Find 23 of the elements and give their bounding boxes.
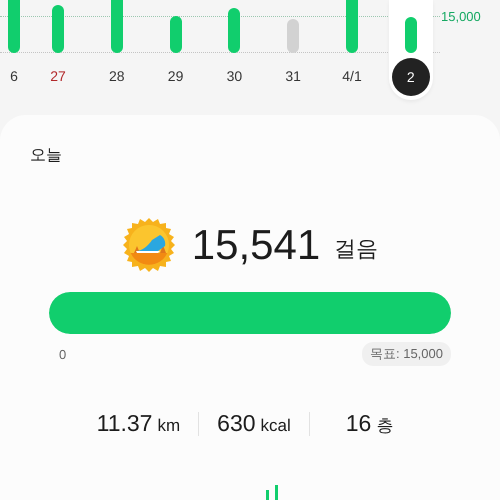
day-label[interactable]: 30	[226, 68, 242, 84]
day-label[interactable]: 31	[285, 68, 301, 84]
day-label[interactable]: 27	[50, 68, 66, 84]
stat-value: 11.37	[96, 410, 152, 437]
selected-day[interactable]: 2	[392, 58, 430, 96]
stat-value: 630	[217, 410, 256, 437]
stat-unit: km	[157, 416, 180, 436]
shoe-badge-icon	[122, 218, 176, 272]
selected-day-highlight[interactable]: 2	[388, 0, 433, 100]
stat-value: 16	[346, 410, 372, 437]
step-count: 15,541	[192, 221, 320, 269]
day-label[interactable]: 6	[10, 68, 18, 84]
day-label[interactable]: 29	[168, 68, 184, 84]
stat-unit: kcal	[260, 416, 291, 436]
min-label: 0	[59, 346, 66, 362]
section-title: 오늘	[30, 146, 63, 166]
step-unit: 걸음	[334, 235, 378, 263]
bar-chart-drawing	[266, 485, 278, 500]
day-label[interactable]: 28	[109, 68, 125, 84]
day-label[interactable]: 4/1	[342, 68, 362, 84]
goal-label: 목표: 15,000	[362, 342, 451, 366]
goal-value: 15,000	[441, 9, 481, 24]
stat-unit: 층	[376, 415, 394, 437]
